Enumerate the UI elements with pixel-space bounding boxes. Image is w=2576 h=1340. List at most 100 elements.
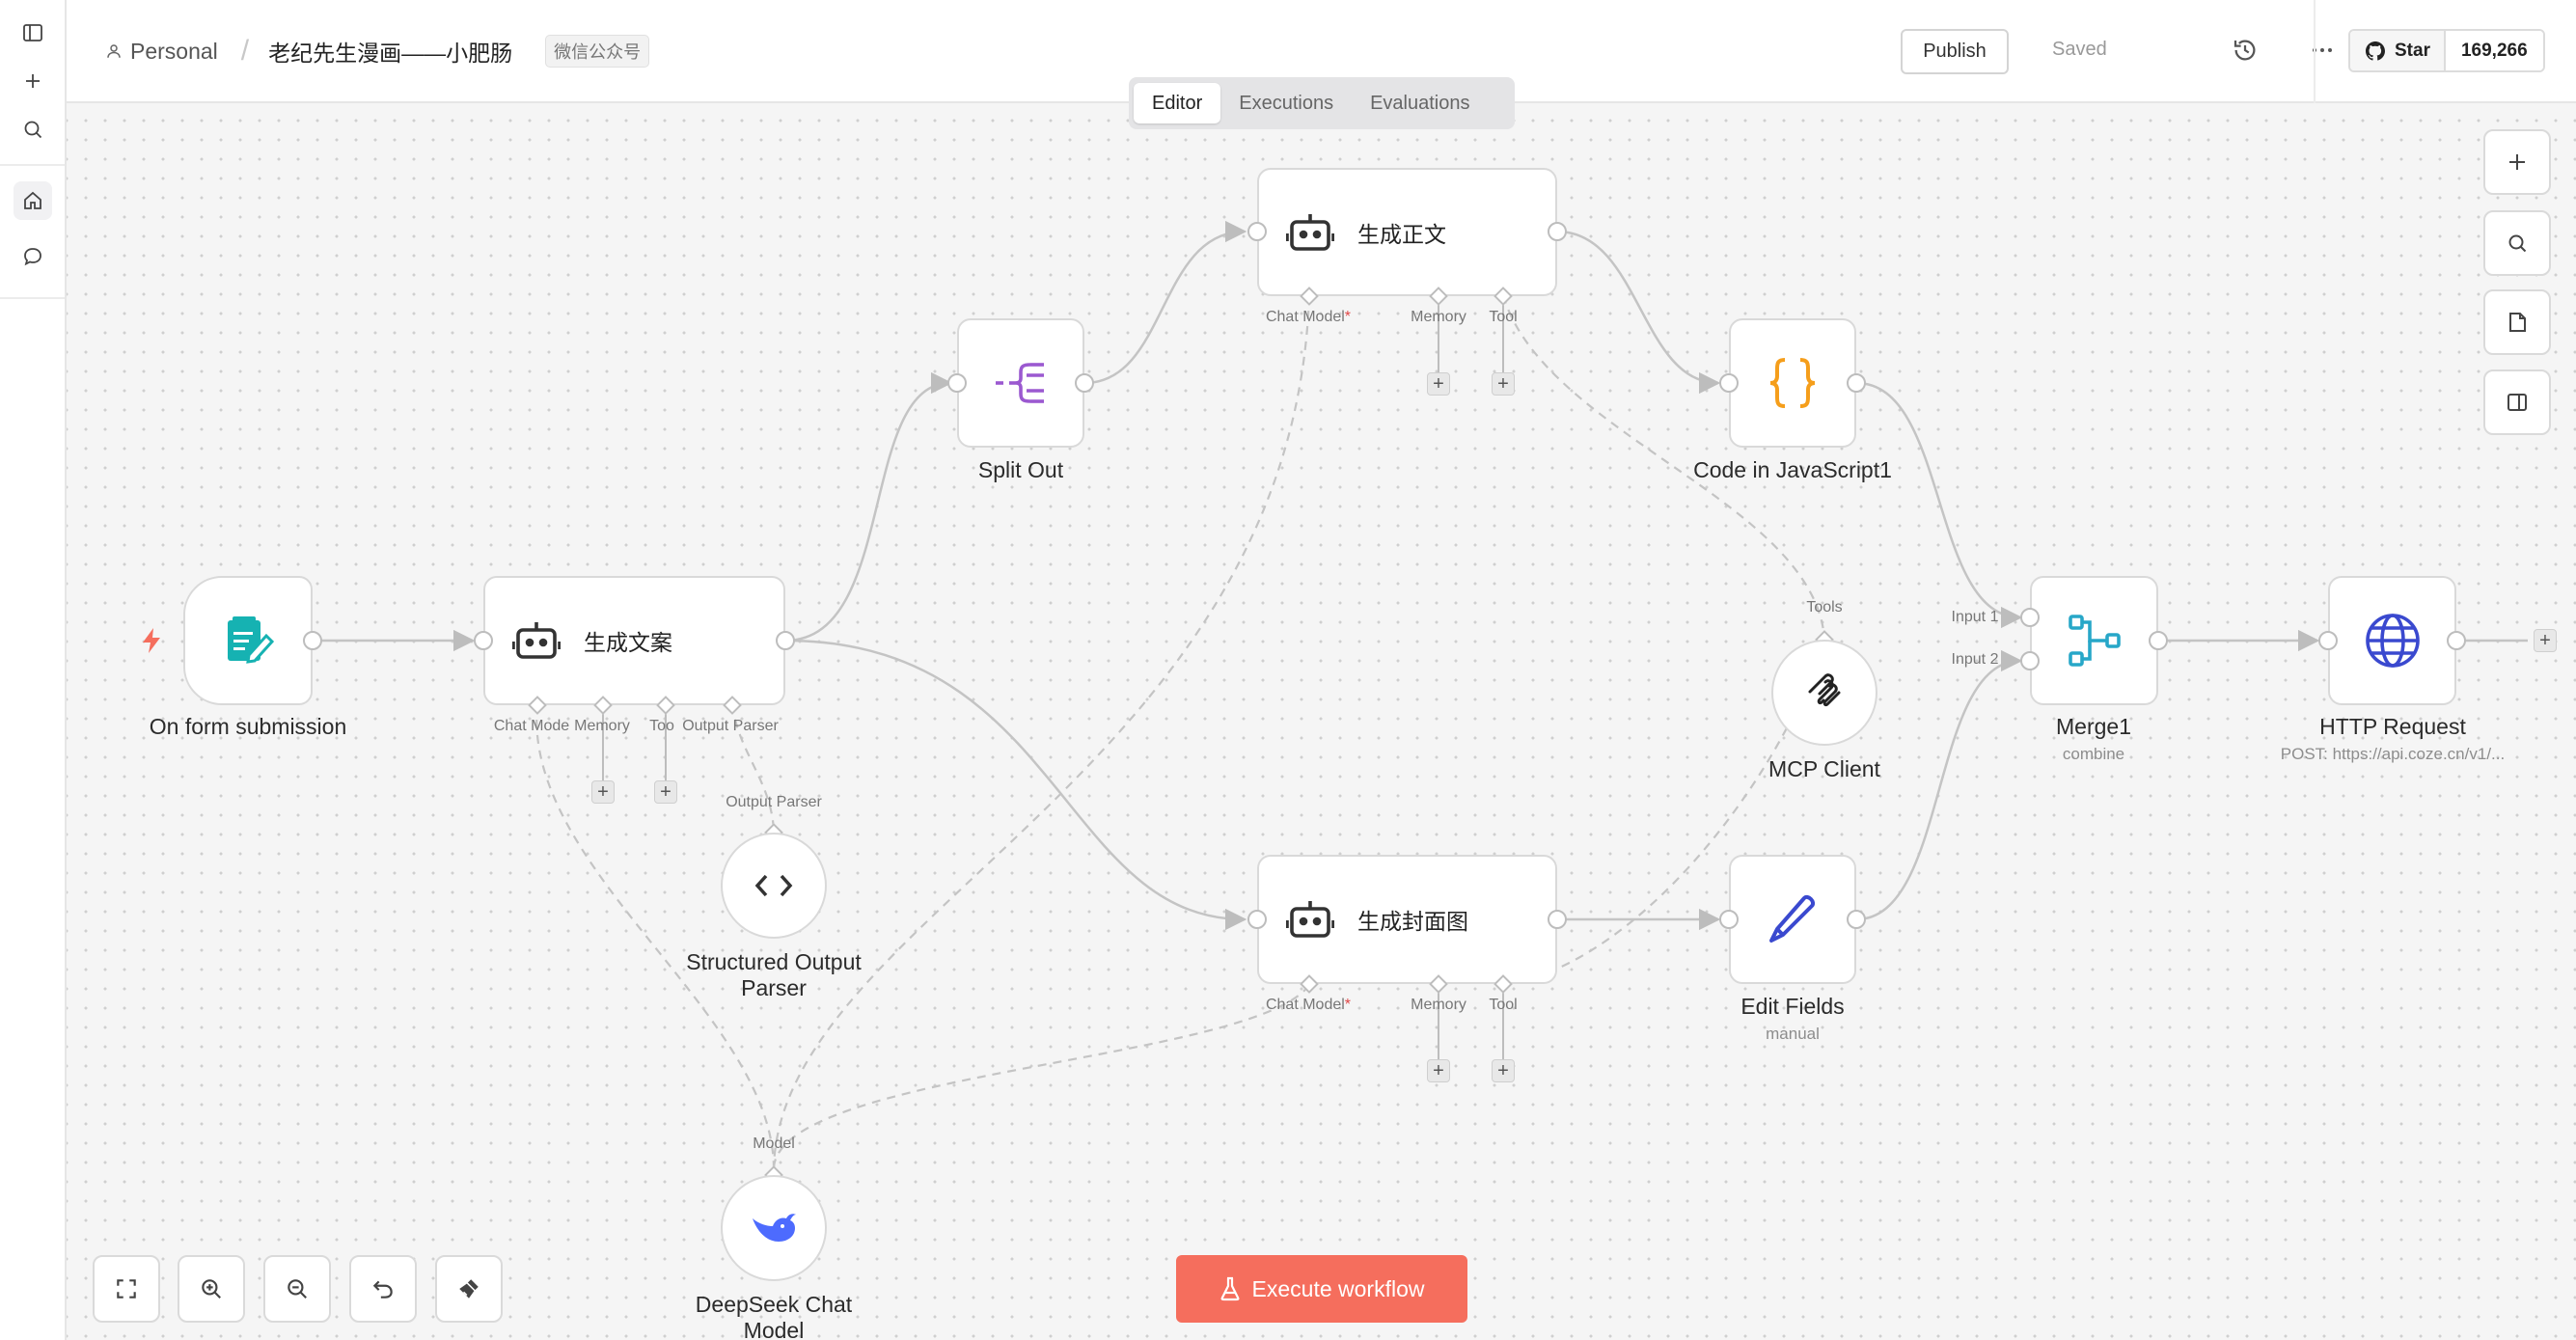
input-port[interactable] <box>2318 631 2338 650</box>
node-split-out[interactable] <box>957 318 1084 448</box>
add-tool-button[interactable]: + <box>1492 372 1515 396</box>
output-port[interactable] <box>1075 373 1094 393</box>
search-icon[interactable] <box>14 110 52 149</box>
node-code-javascript[interactable] <box>1729 318 1856 448</box>
tab-executions[interactable]: Executions <box>1220 83 1352 123</box>
output-port[interactable] <box>2149 631 2168 650</box>
breadcrumb-separator: / <box>240 35 250 67</box>
split-icon <box>994 359 1048 407</box>
github-star-widget[interactable]: Star 169,266 <box>2348 29 2545 72</box>
chat-icon[interactable] <box>14 237 52 276</box>
node-http-request[interactable] <box>2328 576 2456 705</box>
fit-view-icon <box>114 1276 139 1301</box>
zoom-out-button[interactable] <box>263 1255 331 1323</box>
robot-icon <box>1286 897 1334 942</box>
input-port-2[interactable] <box>2020 651 2040 670</box>
input-port-1[interactable] <box>2020 608 2040 627</box>
zoom-in-button[interactable] <box>178 1255 245 1323</box>
output-port[interactable] <box>1548 910 1567 929</box>
broom-icon <box>456 1276 481 1301</box>
port-label-model: Model <box>753 1135 795 1152</box>
port-label-memory: Memory <box>1411 997 1466 1013</box>
add-memory-button[interactable]: + <box>1427 1059 1450 1082</box>
node-label: Merge1 <box>2056 714 2131 739</box>
plus-icon <box>2506 150 2529 174</box>
add-node-button[interactable]: + <box>2534 629 2557 652</box>
user-icon <box>105 42 123 60</box>
node-form-submission[interactable] <box>183 576 313 705</box>
header-divider <box>2314 0 2316 103</box>
add-tool-button[interactable]: + <box>1492 1059 1515 1082</box>
input-port[interactable] <box>1247 222 1267 241</box>
code-brackets-icon <box>754 873 793 898</box>
node-subtitle: manual <box>1766 1025 1820 1043</box>
publish-button[interactable]: Publish <box>1901 29 2009 74</box>
workflow-name[interactable]: 老纪先生漫画——小肥肠 <box>268 35 512 68</box>
port-label-chat-model: Chat Model* <box>1265 997 1352 1013</box>
breadcrumb: Personal / 老纪先生漫画——小肥肠 微信公众号 <box>105 35 650 68</box>
input-port[interactable] <box>1719 373 1739 393</box>
robot-icon <box>512 618 561 663</box>
undo-icon <box>370 1276 396 1301</box>
tab-evaluations[interactable]: Evaluations <box>1352 83 1488 123</box>
output-port[interactable] <box>1548 222 1567 241</box>
node-structured-output-parser[interactable] <box>721 833 827 939</box>
node-subtitle: combine <box>2062 745 2125 763</box>
node-agent-copy[interactable]: 生成文案 <box>483 576 785 705</box>
github-star-button[interactable]: Star <box>2350 31 2446 70</box>
add-node-toolbar-button[interactable] <box>2483 129 2551 195</box>
add-memory-button[interactable]: + <box>1427 372 1450 396</box>
node-agent-body[interactable]: 生成正文 <box>1257 168 1557 296</box>
sticky-note-button[interactable] <box>2483 289 2551 355</box>
star-count: 169,266 <box>2445 31 2543 70</box>
input-port[interactable] <box>1247 910 1267 929</box>
output-port[interactable] <box>1847 910 1866 929</box>
star-label: Star <box>2395 40 2430 61</box>
execute-workflow-button[interactable]: Execute workflow <box>1176 1255 1467 1323</box>
node-edit-fields[interactable] <box>1729 855 1856 984</box>
sticky-note-icon <box>2506 311 2529 334</box>
input-port[interactable] <box>1719 910 1739 929</box>
project-link[interactable]: Personal <box>130 39 218 65</box>
undo-button[interactable] <box>349 1255 417 1323</box>
node-agent-cover[interactable]: 生成封面图 <box>1257 855 1557 984</box>
port-label-tool: Tool <box>1489 997 1518 1013</box>
output-port[interactable] <box>1847 373 1866 393</box>
add-icon[interactable] <box>14 62 52 100</box>
history-icon[interactable] <box>2231 36 2260 65</box>
robot-icon <box>1286 210 1334 255</box>
mcp-icon <box>1804 672 1845 713</box>
tab-editor[interactable]: Editor <box>1134 83 1221 123</box>
node-mcp-client[interactable] <box>1771 640 1877 746</box>
port-label-chat-model: Chat Model* <box>1265 309 1352 325</box>
execute-label: Execute workflow <box>1251 1275 1425 1301</box>
add-tool-button[interactable]: + <box>654 780 677 804</box>
node-merge[interactable] <box>2030 576 2158 705</box>
output-port[interactable] <box>2447 631 2466 650</box>
node-label: Edit Fields <box>1740 994 1845 1019</box>
node-label: HTTP Request <box>2319 714 2466 739</box>
node-label: MCP Client <box>1768 756 1880 781</box>
node-deepseek-chat-model[interactable] <box>721 1175 827 1281</box>
add-memory-button[interactable]: + <box>591 780 615 804</box>
input-port[interactable] <box>947 373 967 393</box>
node-label: Parser <box>741 975 807 1000</box>
output-port[interactable] <box>776 631 795 650</box>
more-options-icon[interactable] <box>2306 36 2339 65</box>
tidy-up-button[interactable] <box>435 1255 503 1323</box>
input-port[interactable] <box>474 631 493 650</box>
node-title: 生成文案 <box>584 630 672 655</box>
search-nodes-button[interactable] <box>2483 210 2551 276</box>
home-icon[interactable] <box>14 181 52 220</box>
port-label-memory: Memory <box>574 718 630 734</box>
fit-view-button[interactable] <box>93 1255 160 1323</box>
toggle-panel-button[interactable] <box>2483 369 2551 435</box>
github-icon <box>2364 40 2387 63</box>
toggle-sidebar-icon[interactable] <box>14 14 52 52</box>
output-port[interactable] <box>303 631 322 650</box>
braces-icon <box>1766 356 1820 410</box>
node-title: 生成正文 <box>1357 221 1446 247</box>
port-label-output-parser-in: Output Parser <box>726 794 822 810</box>
workflow-tag[interactable]: 微信公众号 <box>545 35 650 68</box>
port-label-memory: Memory <box>1411 309 1466 325</box>
